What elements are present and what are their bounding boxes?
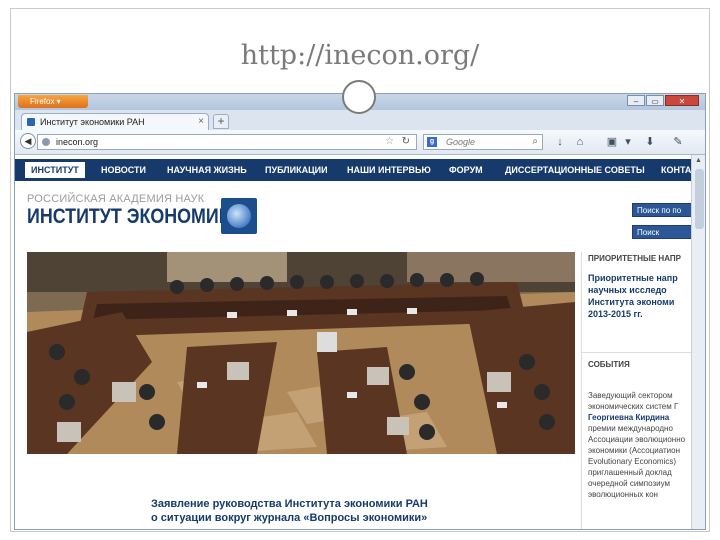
- logo-academy-text: РОССИЙСКАЯ АКАДЕМИЯ НАУК: [27, 193, 205, 205]
- site-search-button[interactable]: Поиск: [632, 225, 691, 239]
- close-window-button[interactable]: ✕: [665, 95, 699, 106]
- news-headline-link[interactable]: Заявление руководства Института экономик…: [151, 497, 571, 525]
- sidebar-priorities-link[interactable]: Приоритетные напр научных исследо Инстит…: [588, 272, 691, 320]
- menu-item-dissertation-councils[interactable]: ДИССЕРТАЦИОННЫЕ СОВЕТЫ: [505, 159, 645, 181]
- reload-icon[interactable]: ↻: [402, 135, 410, 149]
- scroll-up-arrow-icon[interactable]: ▲: [695, 157, 702, 164]
- new-tab-button[interactable]: +: [213, 114, 229, 129]
- edit-icon[interactable]: ✎: [671, 135, 685, 149]
- bookmark-star-icon[interactable]: ☆: [385, 135, 394, 149]
- downloads-icon[interactable]: ↓: [553, 135, 567, 149]
- address-bar[interactable]: inecon.org ☆ ↻: [37, 134, 417, 150]
- search-engine-icon[interactable]: g: [427, 137, 437, 147]
- search-input[interactable]: g Google ⌕: [423, 134, 543, 150]
- menu-item-publications[interactable]: ПУБЛИКАЦИИ: [265, 159, 328, 181]
- site-search-field-button[interactable]: Поиск по по: [632, 203, 691, 217]
- globe-icon: [227, 204, 251, 228]
- vertical-scrollbar[interactable]: ▲: [691, 155, 705, 529]
- site-identity-icon[interactable]: [42, 138, 50, 146]
- sidebar-divider: [582, 352, 691, 353]
- menu-item-forum[interactable]: ФОРУМ: [449, 159, 483, 181]
- favicon-icon: [27, 118, 35, 126]
- back-button[interactable]: ◀: [20, 133, 36, 149]
- menu-item-news[interactable]: НОВОСТИ: [101, 159, 146, 181]
- conference-hall-photo: [27, 252, 575, 454]
- browser-tab[interactable]: Институт экономики РАН ×: [21, 113, 209, 130]
- tab-close-icon[interactable]: ×: [198, 114, 204, 130]
- menu-item-interviews[interactable]: НАШИ ИНТЕРВЬЮ: [347, 159, 431, 181]
- sidebar-event-person-link[interactable]: Георгиевна Кирдина: [588, 412, 691, 423]
- navigation-toolbar: ◀ inecon.org ☆ ↻ g Google ⌕ ↓ ⌂ ▣ ▾ ⬇ ✎: [15, 130, 705, 155]
- maximize-button[interactable]: ▭: [646, 95, 664, 106]
- menu-item-contacts[interactable]: КОНТА: [661, 159, 691, 181]
- sidebar-events-title: СОБЫТИЯ: [588, 360, 630, 369]
- menu-item-institute[interactable]: ИНСТИТУТ: [25, 162, 85, 178]
- site-main-menu: ИНСТИТУТ НОВОСТИ НАУЧНАЯ ЖИЗНЬ ПУБЛИКАЦИ…: [15, 159, 691, 181]
- right-sidebar: ПРИОРИТЕТНЫЕ НАПР Приоритетные напр науч…: [581, 252, 691, 529]
- logo-institute-text: ИНСТИТУТ ЭКОНОМИКИ: [27, 205, 243, 228]
- bookmarks-dropdown-icon[interactable]: ▾: [621, 135, 635, 149]
- sidebar-event-text-more: премии международно Ассоциации эволюцион…: [588, 424, 686, 499]
- scrollbar-thumb[interactable]: [695, 169, 704, 229]
- search-icon[interactable]: ⌕: [532, 135, 538, 149]
- download-arrow-icon[interactable]: ⬇: [643, 135, 657, 149]
- browser-window: Firefox ▾ – ▭ ✕ Институт экономики РАН ×…: [14, 93, 706, 530]
- home-icon[interactable]: ⌂: [573, 135, 587, 149]
- search-placeholder: Google: [446, 137, 476, 147]
- sidebar-event-text: Заведующий сектором экономических систем…: [588, 391, 679, 411]
- institute-emblem-logo[interactable]: [221, 198, 257, 234]
- firefox-menu-button[interactable]: Firefox ▾: [18, 95, 88, 108]
- slide-title: http://inecon.org/: [240, 40, 480, 71]
- bookmarks-menu-icon[interactable]: ▣: [605, 135, 619, 149]
- url-text: inecon.org: [56, 137, 99, 147]
- slide-ornament-circle: [342, 80, 376, 114]
- page-viewport: ИНСТИТУТ НОВОСТИ НАУЧНАЯ ЖИЗНЬ ПУБЛИКАЦИ…: [15, 155, 691, 529]
- sidebar-priorities-title: ПРИОРИТЕТНЫЕ НАПР: [588, 254, 681, 263]
- minimize-button[interactable]: –: [627, 95, 645, 106]
- menu-item-science-life[interactable]: НАУЧНАЯ ЖИЗНЬ: [167, 159, 247, 181]
- tab-title: Институт экономики РАН: [40, 117, 145, 127]
